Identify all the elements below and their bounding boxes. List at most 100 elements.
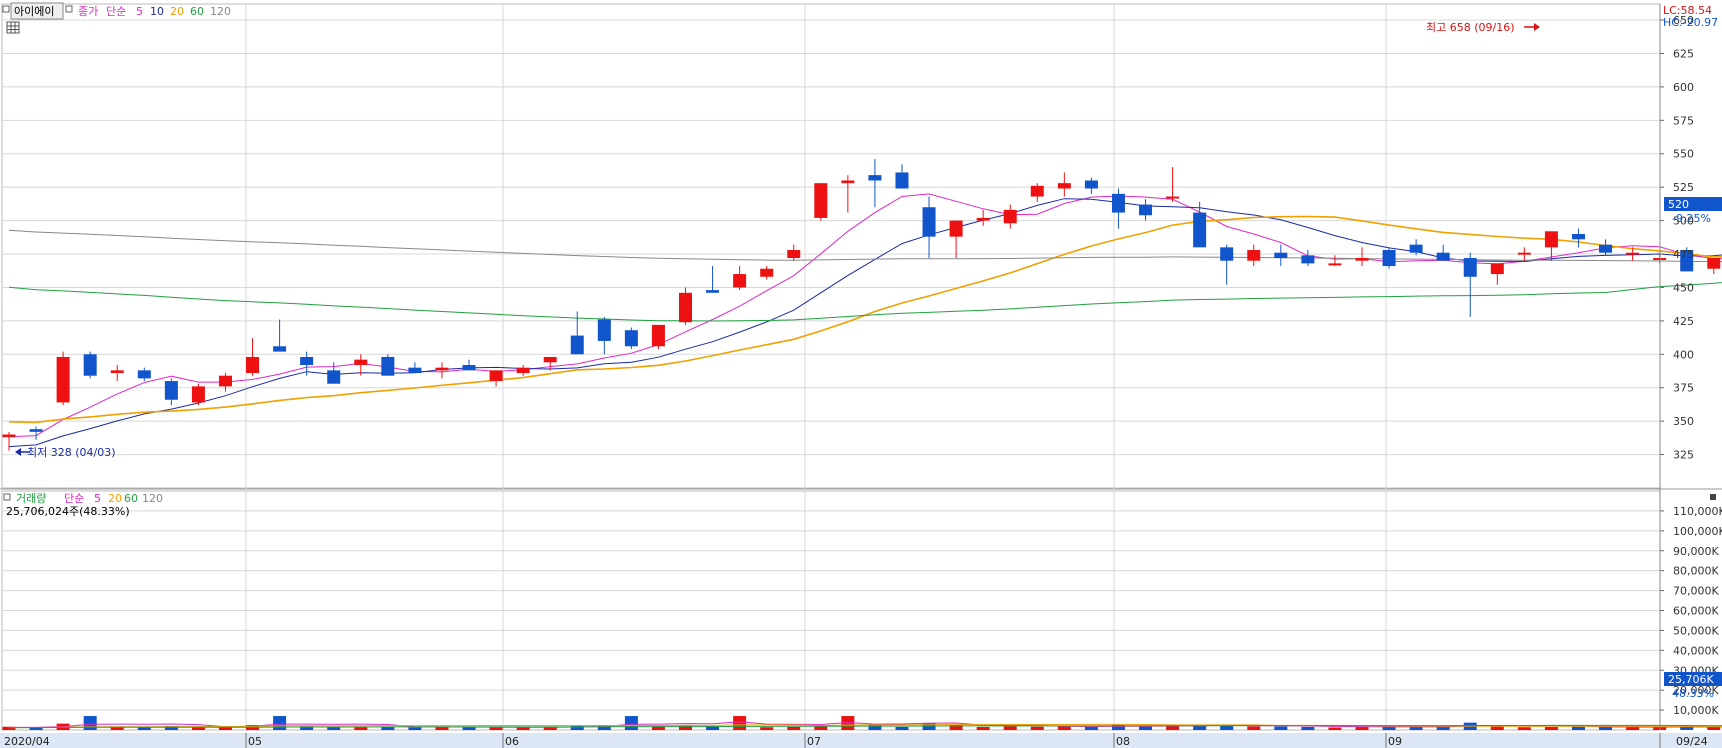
candle-body[interactable] xyxy=(137,370,151,379)
volume-bar[interactable] xyxy=(1301,726,1315,730)
x-tick-label: 07 xyxy=(807,735,821,748)
volume-bar[interactable] xyxy=(1490,726,1504,730)
volume-bar[interactable] xyxy=(1599,726,1613,730)
volume-bar[interactable] xyxy=(1274,726,1288,730)
volume-bar[interactable] xyxy=(516,727,530,730)
candle-body[interactable] xyxy=(435,367,449,371)
candle-body[interactable] xyxy=(273,346,287,352)
panel-corner-icon[interactable] xyxy=(1710,494,1716,500)
volume-bar[interactable] xyxy=(787,726,801,730)
candle-body[interactable] xyxy=(1166,196,1180,199)
candle-body[interactable] xyxy=(1111,193,1125,213)
candle-body[interactable] xyxy=(1355,258,1369,261)
candle-body[interactable] xyxy=(841,180,855,184)
candle-body[interactable] xyxy=(1220,247,1234,261)
volume-bar[interactable] xyxy=(83,716,97,730)
candle-body[interactable] xyxy=(1490,263,1504,275)
candle-body[interactable] xyxy=(327,370,341,384)
candle-body[interactable] xyxy=(29,429,43,432)
candle-body[interactable] xyxy=(462,364,476,371)
legend-square-icon xyxy=(2,5,10,13)
candle-body[interactable] xyxy=(1328,263,1342,266)
candle-body[interactable] xyxy=(787,250,801,259)
volume-bar[interactable] xyxy=(1436,726,1450,730)
candle-body[interactable] xyxy=(1003,209,1017,224)
volume-bar[interactable] xyxy=(760,727,774,730)
candle-body[interactable] xyxy=(300,356,314,365)
volume-bar[interactable] xyxy=(1030,726,1044,730)
candle-body[interactable] xyxy=(164,381,178,400)
candle-body[interactable] xyxy=(895,172,909,189)
current-price: 520 xyxy=(1668,198,1689,211)
candle-body[interactable] xyxy=(110,370,124,374)
volume-bar[interactable] xyxy=(1544,726,1558,730)
candle-body[interactable] xyxy=(1382,250,1396,267)
candle-body[interactable] xyxy=(597,319,611,341)
volume-bar[interactable] xyxy=(462,727,476,730)
volume-bar[interactable] xyxy=(408,727,422,730)
volume-bar[interactable] xyxy=(273,716,287,730)
volume-bar[interactable] xyxy=(1409,726,1423,730)
candle-body[interactable] xyxy=(679,292,692,323)
volume-bar[interactable] xyxy=(1517,727,1531,730)
volume-bar[interactable] xyxy=(1139,726,1153,730)
volume-bar[interactable] xyxy=(1247,726,1261,730)
candle-body[interactable] xyxy=(1030,185,1044,197)
grid-table-icon[interactable] xyxy=(6,21,20,34)
volume-bar[interactable] xyxy=(1626,727,1640,730)
high-annotation: 최고 658 (09/16) xyxy=(1426,21,1515,34)
candle-body[interactable] xyxy=(191,386,205,403)
candle-body[interactable] xyxy=(1436,252,1450,261)
volume-bar[interactable] xyxy=(1571,726,1585,730)
candle-body[interactable] xyxy=(922,207,936,237)
candle-body[interactable] xyxy=(814,183,828,218)
candle-body[interactable] xyxy=(56,356,70,403)
candle-body[interactable] xyxy=(1139,204,1153,216)
candle-body[interactable] xyxy=(868,175,882,181)
candle-body[interactable] xyxy=(1707,258,1721,269)
candle-body[interactable] xyxy=(1301,255,1315,264)
candle-body[interactable] xyxy=(570,335,584,355)
candle-body[interactable] xyxy=(706,290,720,293)
candle-body[interactable] xyxy=(949,220,963,237)
candle-body[interactable] xyxy=(354,359,368,365)
volume-bar[interactable] xyxy=(624,716,638,730)
candle-body[interactable] xyxy=(1626,252,1640,255)
candle-body[interactable] xyxy=(2,434,16,438)
candle-body[interactable] xyxy=(218,375,232,387)
candle-body[interactable] xyxy=(1571,233,1585,240)
candle-body[interactable] xyxy=(651,324,665,347)
candle-body[interactable] xyxy=(516,367,530,374)
current-volume: 25,706K xyxy=(1668,673,1714,686)
candle-body[interactable] xyxy=(543,356,557,363)
candle-body[interactable] xyxy=(976,217,990,221)
volume-bar[interactable] xyxy=(435,726,449,730)
candle-body[interactable] xyxy=(1084,180,1098,189)
candle-body[interactable] xyxy=(1057,183,1071,189)
candle-body[interactable] xyxy=(733,274,747,288)
candle-body[interactable] xyxy=(1544,231,1558,248)
candle-body[interactable] xyxy=(381,356,395,376)
candle-body[interactable] xyxy=(760,268,774,277)
candle-body[interactable] xyxy=(83,354,97,376)
candle-body[interactable] xyxy=(624,330,638,347)
volume-bar[interactable] xyxy=(1003,726,1017,730)
candle-body[interactable] xyxy=(1274,252,1288,259)
candle-body[interactable] xyxy=(489,370,503,382)
candle-body[interactable] xyxy=(1247,250,1261,261)
candle-body[interactable] xyxy=(1517,252,1531,255)
volume-bar[interactable] xyxy=(976,726,990,730)
volume-bar[interactable] xyxy=(895,726,909,730)
volume-bar[interactable] xyxy=(1328,727,1342,730)
candle-body[interactable] xyxy=(1599,244,1613,253)
candle-body[interactable] xyxy=(1463,258,1477,277)
volume-bar[interactable] xyxy=(733,716,747,730)
candle-body[interactable] xyxy=(246,356,260,374)
current-change: -9.25% xyxy=(1672,212,1711,225)
candle-body[interactable] xyxy=(408,367,422,374)
candle-body[interactable] xyxy=(1409,244,1423,253)
volume-tick-label: 90,000K xyxy=(1673,545,1719,558)
candle-body[interactable] xyxy=(1193,212,1207,248)
volume-bar[interactable] xyxy=(1084,726,1098,730)
stock-chart[interactable]: 3253503754004254504755005255505756006256… xyxy=(0,0,1722,748)
